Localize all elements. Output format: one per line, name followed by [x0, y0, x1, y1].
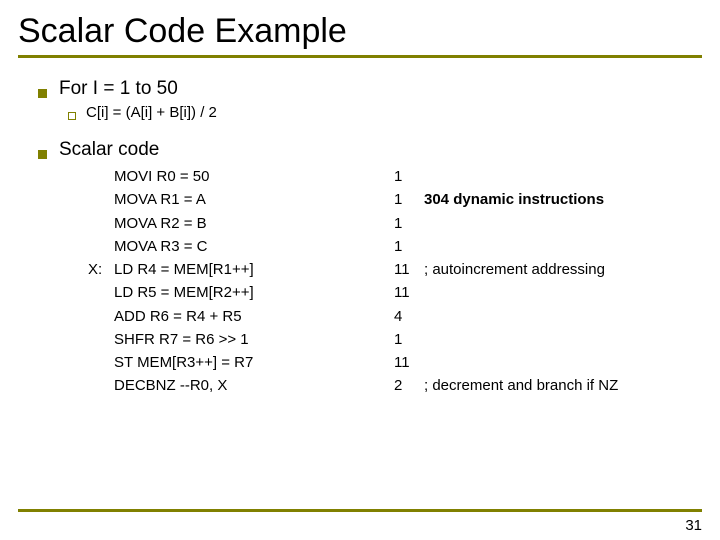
slide-title: Scalar Code Example: [18, 12, 702, 51]
code-instr: LD R5 = MEM[R2++]: [114, 281, 394, 304]
bullet-1-text: For I = 1 to 50: [59, 78, 178, 100]
page-number: 31: [685, 517, 702, 534]
code-instr: DECBNZ --R0, X: [114, 374, 394, 397]
sub-bullet-row-1: C[i] = (A[i] + B[i]) / 2: [68, 104, 702, 121]
code-row: MOVA R2 = B 1: [88, 212, 702, 235]
code-cmt: [424, 235, 702, 258]
sub-bullet-1-text: C[i] = (A[i] + B[i]) / 2: [86, 104, 217, 121]
bullet-row-2: Scalar code: [38, 139, 702, 161]
section-scalar-code: Scalar code MOVI R0 = 50 1 MOVA R1 = A 1…: [38, 139, 702, 398]
code-instr: ST MEM[R3++] = R7: [114, 351, 394, 374]
code-label: [88, 328, 114, 351]
code-row: DECBNZ --R0, X 2 ; decrement and branch …: [88, 374, 702, 397]
code-row: LD R5 = MEM[R2++] 11: [88, 281, 702, 304]
code-instr: SHFR R7 = R6 >> 1: [114, 328, 394, 351]
code-label: [88, 351, 114, 374]
rule-bottom: [18, 509, 702, 512]
code-instr: MOVI R0 = 50: [114, 165, 394, 188]
code-cmt: [424, 351, 702, 374]
code-row: ST MEM[R3++] = R7 11: [88, 351, 702, 374]
bullet-2-text: Scalar code: [59, 139, 159, 161]
section-for-loop: For I = 1 to 50 C[i] = (A[i] + B[i]) / 2: [38, 78, 702, 121]
code-cmt: [424, 281, 702, 304]
rule-top: [18, 55, 702, 58]
code-cmt: ; decrement and branch if NZ: [424, 374, 702, 397]
code-cyc: 1: [394, 212, 424, 235]
code-instr: LD R4 = MEM[R1++]: [114, 258, 394, 281]
code-cyc: 1: [394, 165, 424, 188]
code-instr: ADD R6 = R4 + R5: [114, 305, 394, 328]
code-cyc: 2: [394, 374, 424, 397]
code-cyc: 4: [394, 305, 424, 328]
code-row: MOVI R0 = 50 1: [88, 165, 702, 188]
code-row: X: LD R4 = MEM[R1++] 11 ; autoincrement …: [88, 258, 702, 281]
code-label: [88, 188, 114, 211]
square-bullet-icon: [38, 89, 47, 98]
code-row: MOVA R3 = C 1: [88, 235, 702, 258]
code-cyc: 11: [394, 281, 424, 304]
code-cyc: 1: [394, 235, 424, 258]
code-label: [88, 165, 114, 188]
hollow-bullet-icon: [68, 112, 76, 120]
code-label: [88, 374, 114, 397]
code-cyc: 1: [394, 328, 424, 351]
code-cyc: 1: [394, 188, 424, 211]
code-label: [88, 235, 114, 258]
bullet-row-1: For I = 1 to 50: [38, 78, 702, 100]
code-label: [88, 212, 114, 235]
square-bullet-icon: [38, 150, 47, 159]
code-cmt: [424, 212, 702, 235]
code-instr: MOVA R3 = C: [114, 235, 394, 258]
code-row: MOVA R1 = A 1 304 dynamic instructions: [88, 188, 702, 211]
code-row: ADD R6 = R4 + R5 4: [88, 305, 702, 328]
code-instr: MOVA R2 = B: [114, 212, 394, 235]
code-label: [88, 305, 114, 328]
code-cmt: [424, 328, 702, 351]
code-label: [88, 281, 114, 304]
code-cyc: 11: [394, 258, 424, 281]
code-cmt: ; autoincrement addressing: [424, 258, 702, 281]
code-cyc: 11: [394, 351, 424, 374]
code-block: MOVI R0 = 50 1 MOVA R1 = A 1 304 dynamic…: [88, 165, 702, 398]
code-label: X:: [88, 258, 114, 281]
code-row: SHFR R7 = R6 >> 1 1: [88, 328, 702, 351]
code-cmt: [424, 305, 702, 328]
code-instr: MOVA R1 = A: [114, 188, 394, 211]
code-cmt: [424, 165, 702, 188]
annotation: 304 dynamic instructions: [424, 188, 702, 211]
